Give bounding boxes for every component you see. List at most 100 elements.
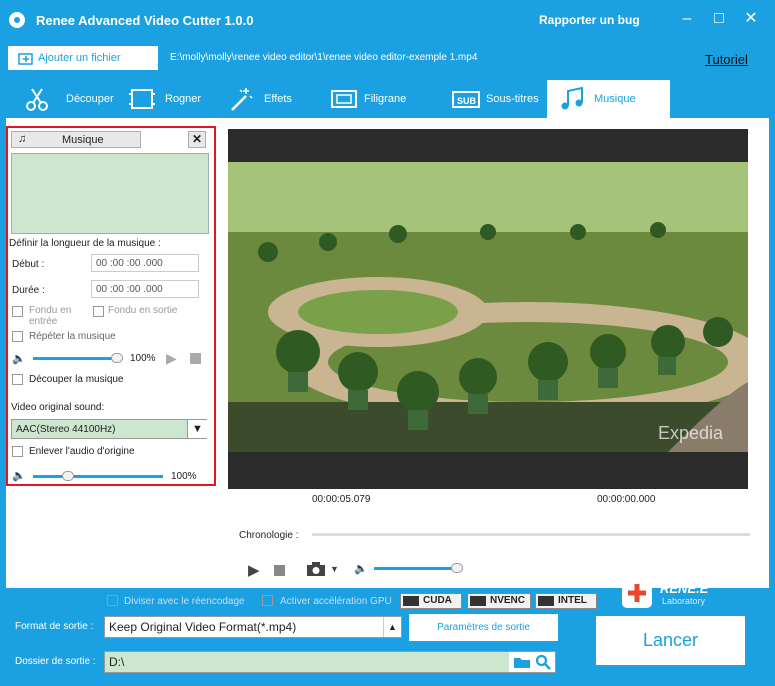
- nvidia-icon: [470, 596, 486, 606]
- scissors-icon: [26, 88, 48, 111]
- slider-thumb[interactable]: [62, 471, 74, 481]
- watermark-icon: [331, 90, 357, 108]
- gpu-accel-checkbox[interactable]: [262, 595, 273, 606]
- format-value: Keep Original Video Format(*.mp4): [109, 620, 297, 634]
- close-icon[interactable]: ✕: [740, 8, 762, 30]
- tab-label: Découper: [66, 93, 114, 105]
- timeline-label: Chronologie :: [239, 530, 299, 541]
- start-time-input[interactable]: 00 :00 :00 .000: [91, 254, 199, 272]
- tutorial-link[interactable]: Tutoriel: [705, 52, 748, 67]
- chevron-down-icon[interactable]: ▼: [187, 420, 207, 438]
- music-volume-value: 100%: [130, 353, 156, 364]
- logo-title: RENE.E: [660, 581, 709, 596]
- svg-text:SUB: SUB: [457, 96, 477, 106]
- video-preview[interactable]: Expedia: [228, 129, 748, 489]
- split-reencode-label: Diviser avec le réencodage: [124, 596, 245, 607]
- tab-cut[interactable]: Découper: [22, 80, 122, 118]
- tab-effects[interactable]: Effets: [226, 80, 316, 118]
- app-title: Renee Advanced Video Cutter 1.0.0: [36, 13, 254, 28]
- tab-label: Filigrane: [364, 93, 407, 105]
- tab-label: Sous-titres: [486, 93, 539, 105]
- search-icon[interactable]: [535, 654, 551, 670]
- original-sound-label: Video original sound:: [11, 402, 105, 413]
- remove-audio-checkbox[interactable]: [12, 446, 23, 457]
- duration-label: Durée :: [12, 285, 45, 296]
- output-params-button[interactable]: Paramètres de sortie: [409, 614, 558, 641]
- watermark-text: Expedia: [658, 423, 724, 443]
- split-reencode-checkbox[interactable]: [107, 595, 118, 606]
- repeat-checkbox[interactable]: [12, 331, 23, 342]
- slider-thumb[interactable]: [111, 353, 123, 363]
- camera-icon[interactable]: [306, 561, 326, 577]
- folder-actions: [509, 652, 555, 672]
- format-dropdown[interactable]: Keep Original Video Format(*.mp4) ▲: [104, 616, 402, 638]
- remove-audio-label: Enlever l'audio d'origine: [29, 446, 135, 457]
- fade-out-checkbox[interactable]: [93, 306, 104, 317]
- music-volume-slider[interactable]: [33, 357, 121, 360]
- chevron-up-icon[interactable]: ▲: [383, 617, 401, 637]
- add-file-button[interactable]: Ajouter un fichier: [8, 46, 158, 70]
- minimize-icon[interactable]: –: [676, 8, 698, 30]
- stop-icon[interactable]: [190, 353, 201, 364]
- maximize-icon[interactable]: □: [708, 8, 730, 30]
- slider-thumb[interactable]: [451, 563, 463, 573]
- player-volume-slider[interactable]: [374, 567, 462, 570]
- original-volume-slider[interactable]: [33, 475, 163, 478]
- tab-label: Rogner: [165, 93, 202, 105]
- fade-out-label: Fondu en sortie: [108, 305, 178, 316]
- tab-crop[interactable]: Rogner: [127, 80, 217, 118]
- tab-watermark[interactable]: Filigrane: [329, 80, 429, 118]
- crop-icon: [129, 89, 155, 109]
- music-list[interactable]: [11, 153, 209, 234]
- renee-logo-icon: [622, 578, 652, 608]
- chevron-down-icon[interactable]: ▼: [330, 564, 339, 574]
- folder-icon[interactable]: [513, 655, 531, 669]
- add-file-icon: [18, 53, 33, 65]
- cuda-badge: CUDA: [400, 593, 462, 609]
- tab-label: Musique: [594, 93, 636, 105]
- magic-wand-icon: [231, 88, 253, 111]
- timeline-track[interactable]: [312, 533, 750, 536]
- stop-icon[interactable]: [274, 565, 285, 576]
- fade-in-checkbox[interactable]: [12, 306, 23, 317]
- original-volume-value: 100%: [171, 471, 197, 482]
- nvenc-badge: NVENC: [467, 593, 531, 609]
- folder-label: Dossier de sortie :: [15, 656, 96, 667]
- app-logo-icon: [9, 12, 25, 28]
- music-button-label: Musique: [62, 134, 104, 146]
- play-icon[interactable]: ▶: [248, 561, 260, 579]
- tab-music[interactable]: Musique: [547, 80, 670, 118]
- end-time: 00:00:00.000: [597, 494, 656, 505]
- output-folder-input[interactable]: D:\: [104, 651, 556, 673]
- repeat-label: Répéter la musique: [29, 331, 116, 342]
- music-note-icon: [561, 86, 583, 110]
- folder-value: D:\: [109, 655, 125, 669]
- tab-subtitles[interactable]: SUB Sous-titres: [451, 80, 547, 118]
- cut-music-checkbox[interactable]: [12, 374, 23, 385]
- gpu-label: CUDA: [423, 595, 452, 606]
- launch-button[interactable]: Lancer: [596, 616, 745, 665]
- gpu-accel-label: Activer accélération GPU: [280, 596, 392, 607]
- start-label: Début :: [12, 259, 45, 270]
- nvidia-icon: [403, 596, 419, 606]
- volume-icon: 🔈: [354, 563, 368, 575]
- cut-music-label: Découper la musique: [29, 374, 124, 385]
- intel-icon: [538, 596, 554, 606]
- intel-badge: INTEL: [535, 593, 597, 609]
- tab-label: Effets: [264, 93, 292, 105]
- remove-music-button[interactable]: ✕: [188, 131, 206, 148]
- duration-time-input[interactable]: 00 :00 :00 .000: [91, 280, 199, 298]
- volume-icon: 🔈: [12, 353, 26, 365]
- subtitle-icon: SUB: [452, 91, 480, 108]
- report-bug-link[interactable]: Rapporter un bug: [539, 13, 640, 27]
- volume-icon: 🔈: [12, 470, 26, 482]
- current-time: 00:00:05.079: [312, 494, 371, 505]
- original-sound-dropdown[interactable]: AAC(Stereo 44100Hz) ▼: [11, 419, 207, 439]
- gpu-label: NVENC: [490, 595, 526, 606]
- video-frame-image: Expedia: [228, 162, 748, 452]
- play-icon[interactable]: ▶: [166, 350, 177, 367]
- add-file-label: Ajouter un fichier: [38, 52, 121, 64]
- format-label: Format de sortie :: [15, 621, 94, 632]
- original-sound-value: AAC(Stereo 44100Hz): [16, 424, 116, 435]
- music-select-button[interactable]: ♫ Musique: [11, 131, 141, 148]
